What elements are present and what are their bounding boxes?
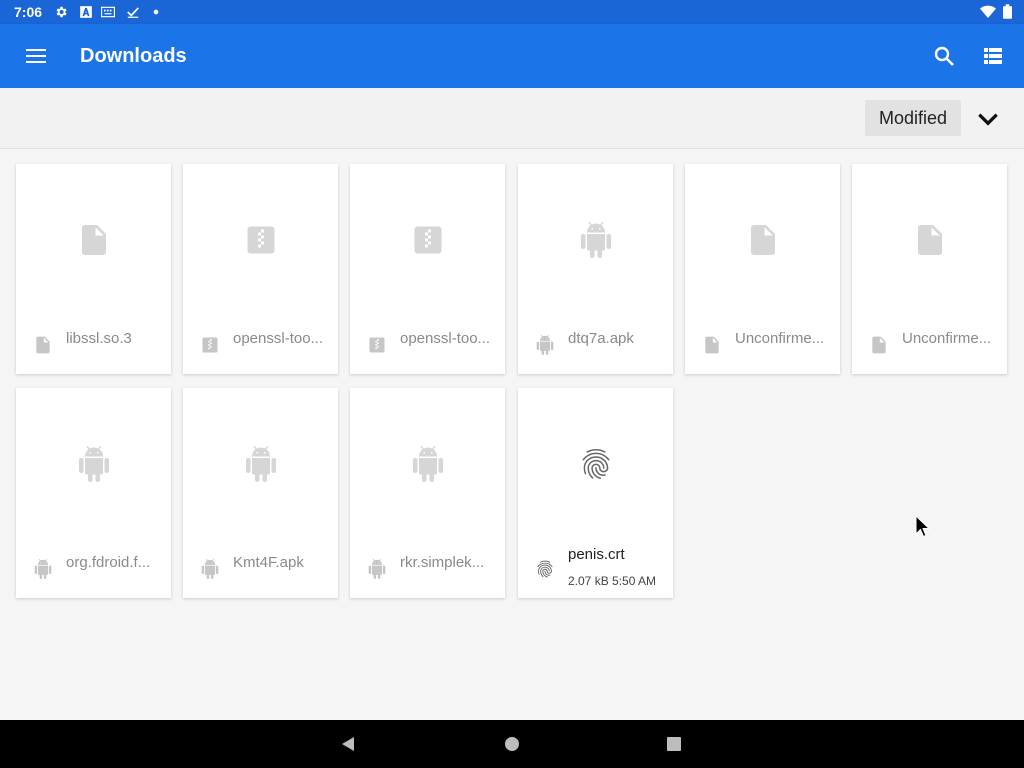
file-card[interactable]: penis.crt 2.07 kB 5:50 AM: [518, 388, 673, 598]
file-icon: [869, 335, 889, 355]
archive-icon: [200, 335, 220, 355]
sort-modified-button[interactable]: Modified: [865, 100, 961, 136]
navigation-bar: [0, 720, 1024, 768]
archive-icon: [243, 222, 279, 258]
file-card[interactable]: openssl-too...: [350, 164, 505, 374]
file-thumbnail: [518, 388, 673, 538]
file-thumbnail: [518, 164, 673, 314]
file-icon: [76, 222, 112, 258]
app-bar: Downloads: [0, 24, 1024, 88]
file-meta: 2.07 kB 5:50 AM: [568, 574, 657, 588]
recent-square-icon[interactable]: [666, 736, 682, 752]
file-icon: [745, 222, 781, 258]
file-thumbnail: [350, 164, 505, 314]
file-name: openssl-too...: [400, 330, 491, 347]
file-name: openssl-too...: [233, 330, 324, 347]
file-card[interactable]: dtq7a.apk: [518, 164, 673, 374]
gear-icon: [56, 6, 67, 18]
file-thumbnail: [350, 388, 505, 538]
android-icon: [243, 446, 279, 482]
file-thumbnail: [685, 164, 840, 314]
battery-icon: [1003, 4, 1012, 19]
android-icon: [410, 446, 446, 482]
file-card[interactable]: Kmt4F.apk: [183, 388, 338, 598]
file-icon: [33, 335, 53, 355]
file-thumbnail: [183, 388, 338, 538]
archive-icon: [367, 335, 387, 355]
file-thumbnail: [852, 164, 1007, 314]
file-thumbnail: [16, 388, 171, 538]
font-a-icon: [80, 6, 92, 18]
status-bar: 7:06: [0, 0, 1024, 24]
file-thumbnail: [183, 164, 338, 314]
android-icon: [200, 559, 220, 579]
fingerprint-icon: [578, 446, 614, 482]
status-time: 7:06: [14, 4, 43, 20]
fingerprint-icon: [535, 559, 555, 579]
android-icon: [578, 222, 614, 258]
file-card[interactable]: libssl.so.3: [16, 164, 171, 374]
file-thumbnail: [16, 164, 171, 314]
check-icon: [127, 7, 139, 18]
android-icon: [535, 335, 555, 355]
file-card[interactable]: Unconfirme...: [852, 164, 1007, 374]
file-card[interactable]: openssl-too...: [183, 164, 338, 374]
file-name: Unconfirme...: [902, 330, 992, 347]
sort-bar: Modified: [0, 88, 1024, 149]
mouse-cursor-icon: [915, 515, 931, 538]
android-icon: [367, 559, 387, 579]
file-grid: libssl.so.3 openssl-too... openssl-too..…: [0, 148, 1024, 720]
page-title: Downloads: [80, 45, 187, 67]
file-card[interactable]: rkr.simplek...: [350, 388, 505, 598]
search-icon[interactable]: [932, 44, 956, 68]
file-name: dtq7a.apk: [568, 330, 634, 347]
file-name: rkr.simplek...: [400, 554, 485, 571]
wifi-icon: [980, 5, 996, 18]
file-name: penis.crt: [568, 546, 625, 563]
archive-icon: [410, 222, 446, 258]
file-icon: [912, 222, 948, 258]
chevron-down-icon[interactable]: [975, 106, 1001, 132]
file-name: libssl.so.3: [66, 330, 132, 347]
dot-icon: [153, 9, 159, 15]
android-icon: [33, 559, 53, 579]
file-name: org.fdroid.f...: [66, 554, 151, 571]
back-triangle-icon[interactable]: [340, 736, 356, 752]
file-card[interactable]: Unconfirme...: [685, 164, 840, 374]
keyboard-icon: [101, 6, 115, 18]
home-circle-icon[interactable]: [504, 736, 520, 752]
file-name: Kmt4F.apk: [233, 554, 304, 571]
file-card[interactable]: org.fdroid.f...: [16, 388, 171, 598]
list-view-icon[interactable]: [981, 44, 1005, 68]
file-icon: [702, 335, 722, 355]
android-icon: [76, 446, 112, 482]
file-name: Unconfirme...: [735, 330, 825, 347]
hamburger-icon[interactable]: [24, 44, 48, 68]
